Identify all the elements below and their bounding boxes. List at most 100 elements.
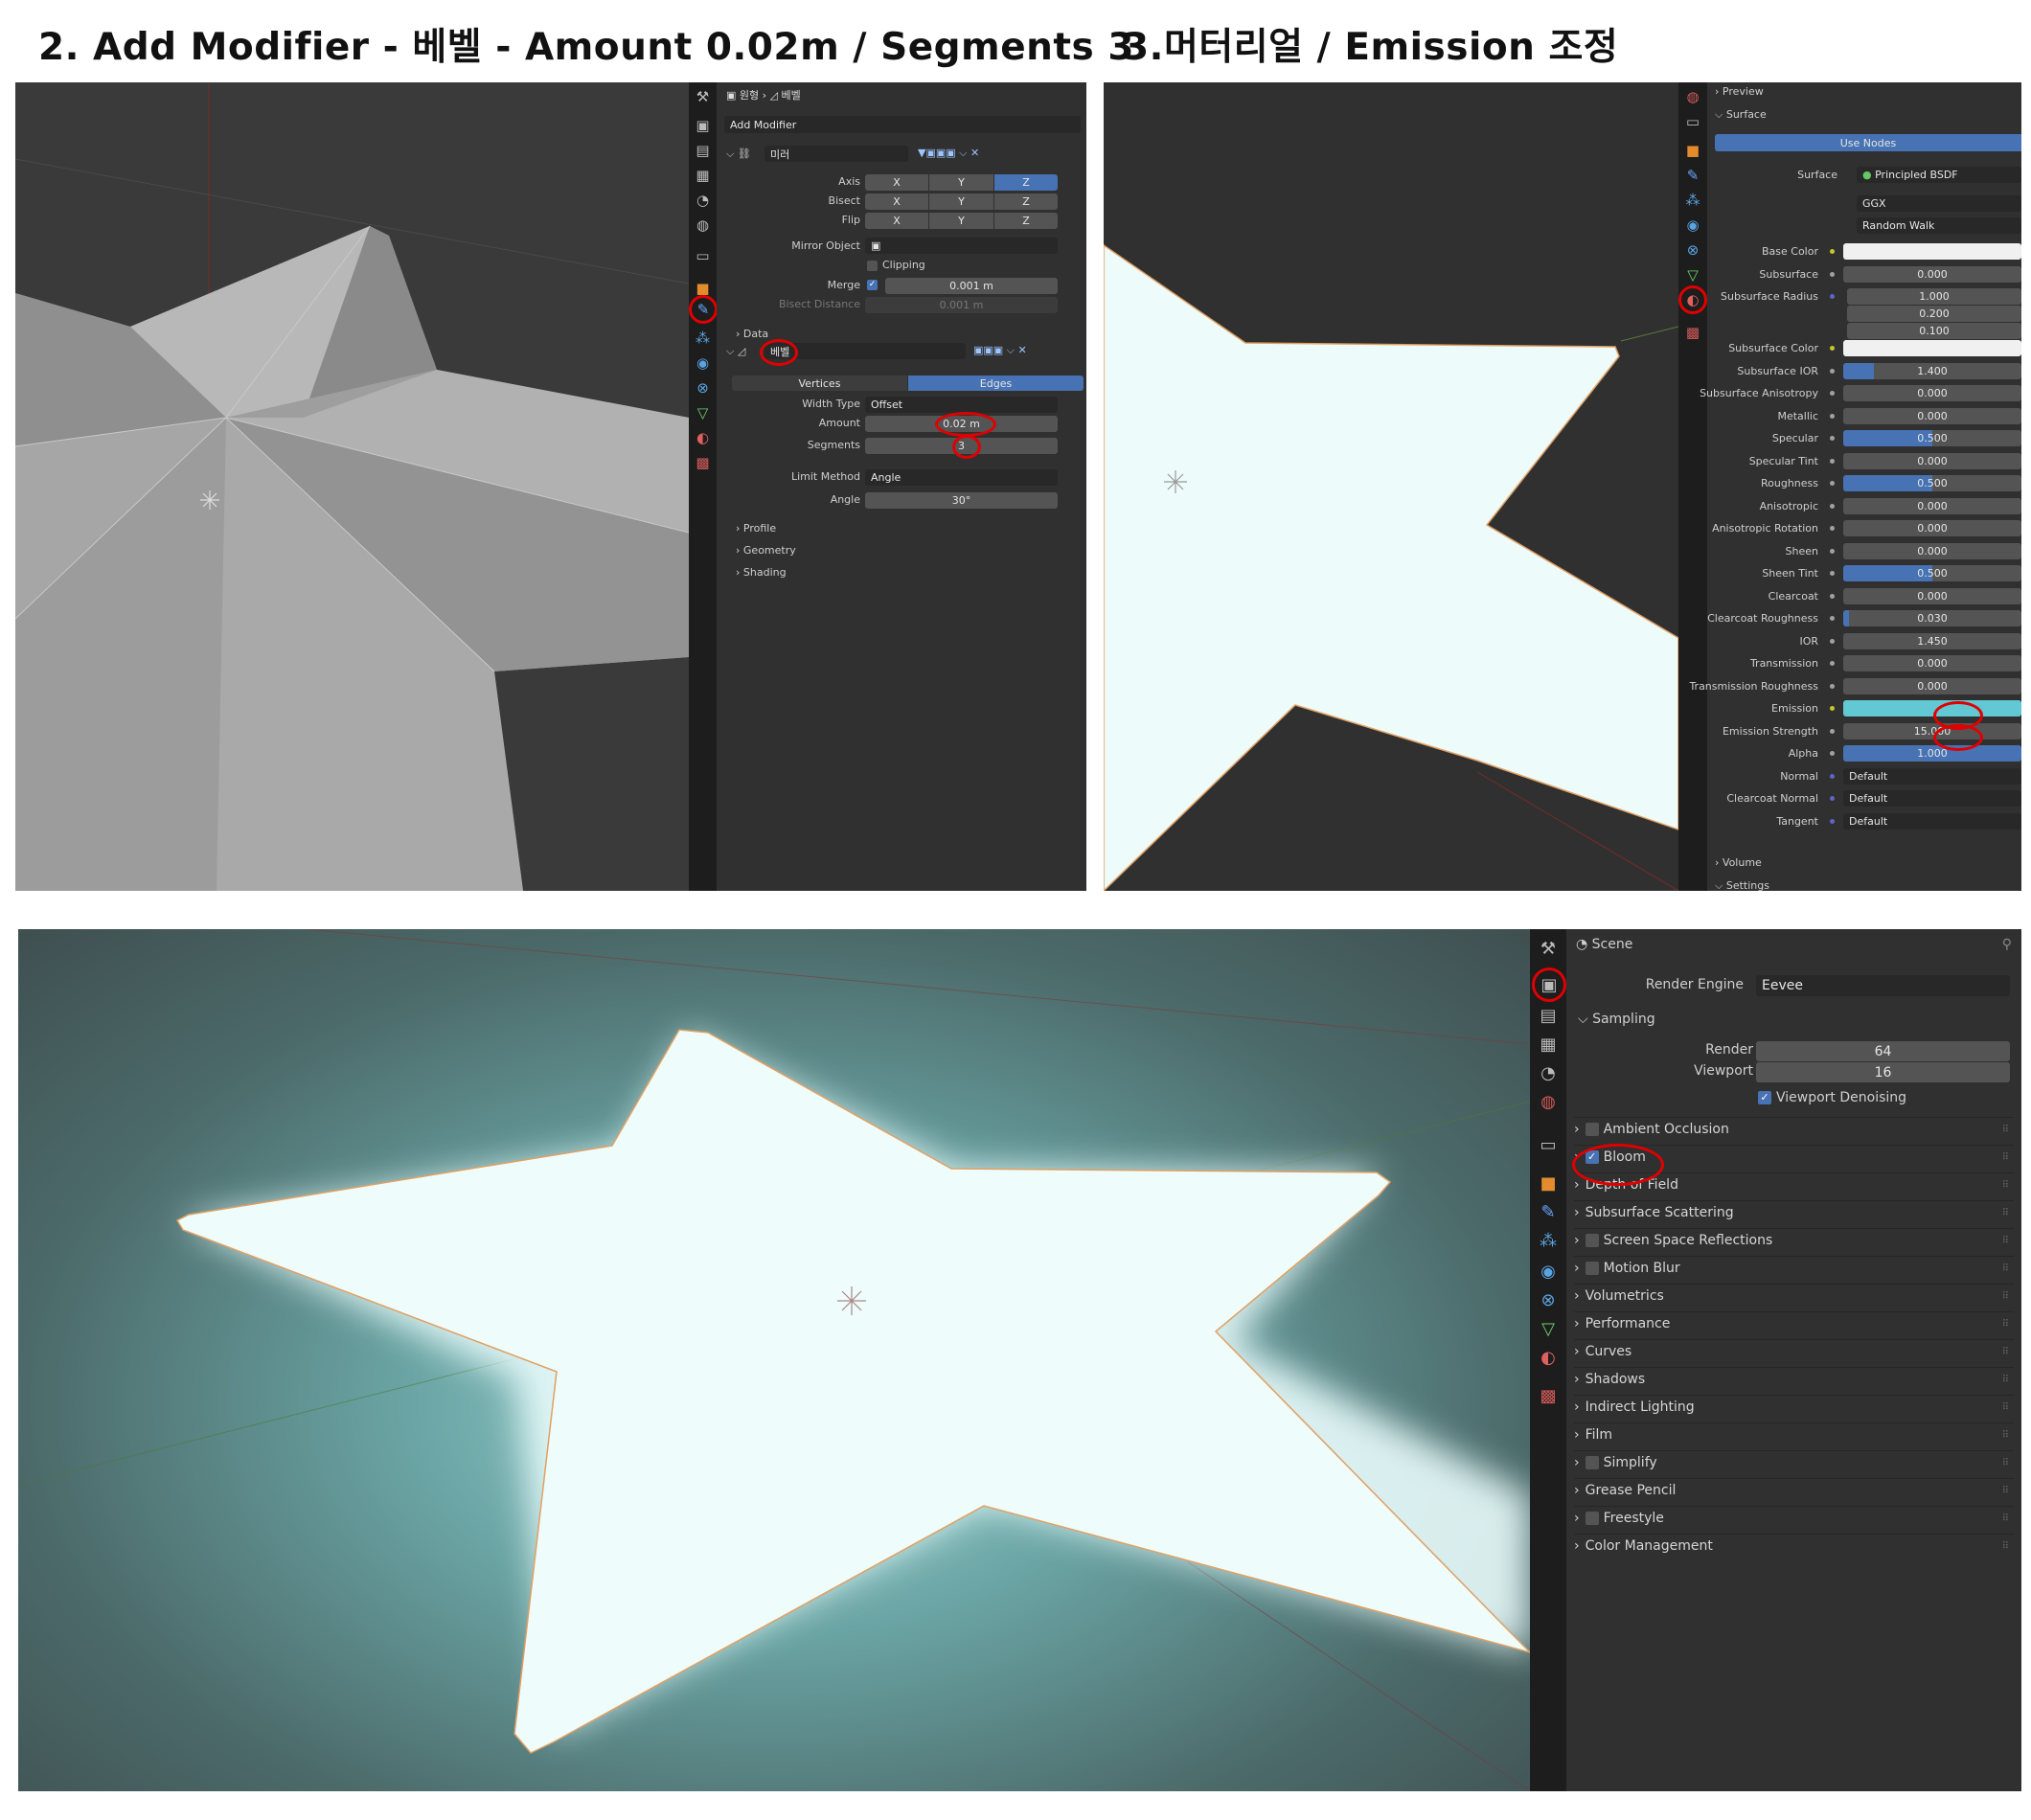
bisect-z[interactable]: Z xyxy=(994,193,1058,210)
drag-grip-icon[interactable]: ⠿ xyxy=(2002,1347,2009,1357)
render-section-freestyle[interactable]: › Freestyle ⠿ xyxy=(1574,1506,2014,1530)
merge-checkbox[interactable]: ✓ xyxy=(867,278,882,290)
mirror-name-field[interactable]: 미러 xyxy=(764,146,908,162)
render-properties-icon[interactable]: ▣ xyxy=(1532,967,1566,1002)
socket-dot[interactable] xyxy=(1830,436,1835,441)
render-section-subsurface-scattering[interactable]: › Subsurface Scattering ⠿ xyxy=(1574,1200,2014,1224)
socket-dot[interactable] xyxy=(1830,368,1835,374)
use-nodes-button[interactable]: Use Nodes xyxy=(1715,134,2021,151)
value-field[interactable]: 0.000 xyxy=(1843,520,2021,536)
render-section-volumetrics[interactable]: › Volumetrics ⠿ xyxy=(1574,1284,2014,1308)
profile-subpanel[interactable]: › Profile xyxy=(736,522,776,535)
render-section-simplify[interactable]: › Simplify ⠿ xyxy=(1574,1450,2014,1474)
texture-icon[interactable]: ▩ xyxy=(1678,318,1707,347)
socket-dot[interactable] xyxy=(1830,706,1835,711)
limit-method-select[interactable]: Angle xyxy=(865,469,1058,486)
preview-subpanel[interactable]: › Preview xyxy=(1715,85,1764,98)
value-field[interactable]: 0.030 xyxy=(1843,610,2021,626)
bevel-edges-tab[interactable]: Edges xyxy=(908,375,1084,391)
socket-dot[interactable] xyxy=(1830,413,1835,419)
pin-icon[interactable]: ⚲ xyxy=(2002,937,2012,952)
section-checkbox[interactable] xyxy=(1585,1456,1599,1469)
distribution-select[interactable]: GGX xyxy=(1857,195,2021,212)
merge-distance-field[interactable]: 0.001 m xyxy=(885,278,1058,294)
drag-grip-icon[interactable]: ⠿ xyxy=(2002,1291,2009,1302)
wrench-icon[interactable]: ✎ xyxy=(689,295,718,324)
value-field[interactable]: 1.000 xyxy=(1847,288,2021,305)
socket-dot[interactable] xyxy=(1830,249,1835,254)
value-field[interactable]: 0.000 xyxy=(1843,542,2021,559)
render-section-film[interactable]: › Film ⠿ xyxy=(1574,1422,2014,1446)
render-samples-field[interactable]: 64 xyxy=(1756,1041,2010,1061)
section-checkbox[interactable] xyxy=(1585,1512,1599,1525)
socket-dot[interactable] xyxy=(1830,271,1835,277)
color-swatch[interactable] xyxy=(1843,243,2021,260)
render-section-screen-space-reflections[interactable]: › Screen Space Reflections ⠿ xyxy=(1574,1228,2014,1252)
world-icon[interactable]: ◍ xyxy=(1530,1087,1566,1116)
value-field[interactable]: 0.000 xyxy=(1843,677,2021,694)
tool-icon[interactable]: ⚒ xyxy=(1530,934,1566,963)
render-section-motion-blur[interactable]: › Motion Blur ⠿ xyxy=(1574,1256,2014,1280)
value-field[interactable]: 1.450 xyxy=(1843,632,2021,649)
socket-dot[interactable] xyxy=(1830,728,1835,734)
socket-dot[interactable] xyxy=(1830,661,1835,666)
socket-dot[interactable] xyxy=(1830,616,1835,621)
socket-dot[interactable] xyxy=(1830,796,1835,801)
wrench-icon[interactable]: ✎ xyxy=(1530,1197,1566,1226)
material-icon[interactable]: ◐ xyxy=(1530,1343,1566,1372)
viewport-denoising-checkbox[interactable]: ✓ Viewport Denoising xyxy=(1758,1090,1906,1105)
vector-input-field[interactable]: Default xyxy=(1843,767,2021,785)
value-field[interactable]: 0.000 xyxy=(1843,655,2021,671)
color-swatch[interactable] xyxy=(1843,340,2021,356)
mirror-object-field[interactable]: ▣ xyxy=(865,238,1058,254)
socket-dot[interactable] xyxy=(1830,638,1835,644)
socket-dot[interactable] xyxy=(1830,683,1835,689)
drag-grip-icon[interactable]: ⠿ xyxy=(2002,1208,2009,1218)
value-field[interactable]: 1.400 xyxy=(1843,362,2021,379)
subsurface-method-select[interactable]: Random Walk xyxy=(1857,217,2021,234)
socket-dot[interactable] xyxy=(1830,526,1835,531)
physics-icon[interactable]: ◉ xyxy=(1530,1257,1566,1285)
texture-icon[interactable]: ▩ xyxy=(1530,1381,1566,1410)
color-swatch[interactable] xyxy=(1843,700,2021,717)
value-field[interactable]: 15.000 xyxy=(1843,722,2021,739)
value-field[interactable]: 0.000 xyxy=(1843,452,2021,469)
bisect-distance-field[interactable]: 0.001 m xyxy=(865,297,1058,313)
drag-grip-icon[interactable]: ⠿ xyxy=(2002,1236,2009,1246)
socket-dot[interactable] xyxy=(1830,751,1835,756)
bevel-toggle-icons[interactable]: ▣▣▣ ⌵ ✕ xyxy=(973,344,1027,357)
bisect-x[interactable]: X xyxy=(865,193,928,210)
surface-shader-field[interactable]: ● Principled BSDF xyxy=(1857,167,2021,183)
vector-input-field[interactable]: Default xyxy=(1843,812,2021,830)
render-section-performance[interactable]: › Performance ⠿ xyxy=(1574,1311,2014,1335)
viewport-material[interactable] xyxy=(1104,82,1678,891)
flip-x[interactable]: X xyxy=(865,213,928,229)
section-checkbox[interactable] xyxy=(1585,1123,1599,1136)
render-section-color-management[interactable]: › Color Management ⠿ xyxy=(1574,1534,2014,1558)
collection-icon[interactable]: ▭ xyxy=(689,241,717,270)
width-type-select[interactable]: Offset xyxy=(865,397,1058,413)
render-section-curves[interactable]: › Curves ⠿ xyxy=(1574,1339,2014,1363)
socket-dot[interactable] xyxy=(1830,571,1835,576)
angle-field[interactable]: 30° xyxy=(865,492,1058,509)
axis-z[interactable]: Z xyxy=(994,174,1058,191)
drag-grip-icon[interactable]: ⠿ xyxy=(2002,1430,2009,1441)
drag-grip-icon[interactable]: ⠿ xyxy=(2002,1152,2009,1163)
socket-dot[interactable] xyxy=(1830,391,1835,396)
value-field[interactable]: 0.500 xyxy=(1843,565,2021,581)
value-field[interactable]: 0.000 xyxy=(1843,407,2021,424)
socket-dot[interactable] xyxy=(1830,481,1835,486)
socket-dot[interactable] xyxy=(1830,346,1835,351)
volume-subpanel[interactable]: › Volume xyxy=(1715,856,1762,869)
clipping-checkbox[interactable]: Clipping xyxy=(867,259,925,271)
scene-icon[interactable]: ◔ xyxy=(1530,1058,1566,1087)
drag-grip-icon[interactable]: ⠿ xyxy=(2002,1319,2009,1330)
render-engine-select[interactable]: Eevee xyxy=(1756,975,2010,996)
mirror-toggle-icons[interactable]: ▼▣▣▣ ⌵ ✕ xyxy=(918,147,979,160)
render-section-shadows[interactable]: › Shadows ⠿ xyxy=(1574,1367,2014,1391)
data-subpanel[interactable]: › Data xyxy=(736,328,768,340)
axis-y[interactable]: Y xyxy=(929,174,993,191)
render-section-grease-pencil[interactable]: › Grease Pencil ⠿ xyxy=(1574,1478,2014,1502)
drag-grip-icon[interactable]: ⠿ xyxy=(2002,1180,2009,1191)
geometry-subpanel[interactable]: › Geometry xyxy=(736,544,796,557)
